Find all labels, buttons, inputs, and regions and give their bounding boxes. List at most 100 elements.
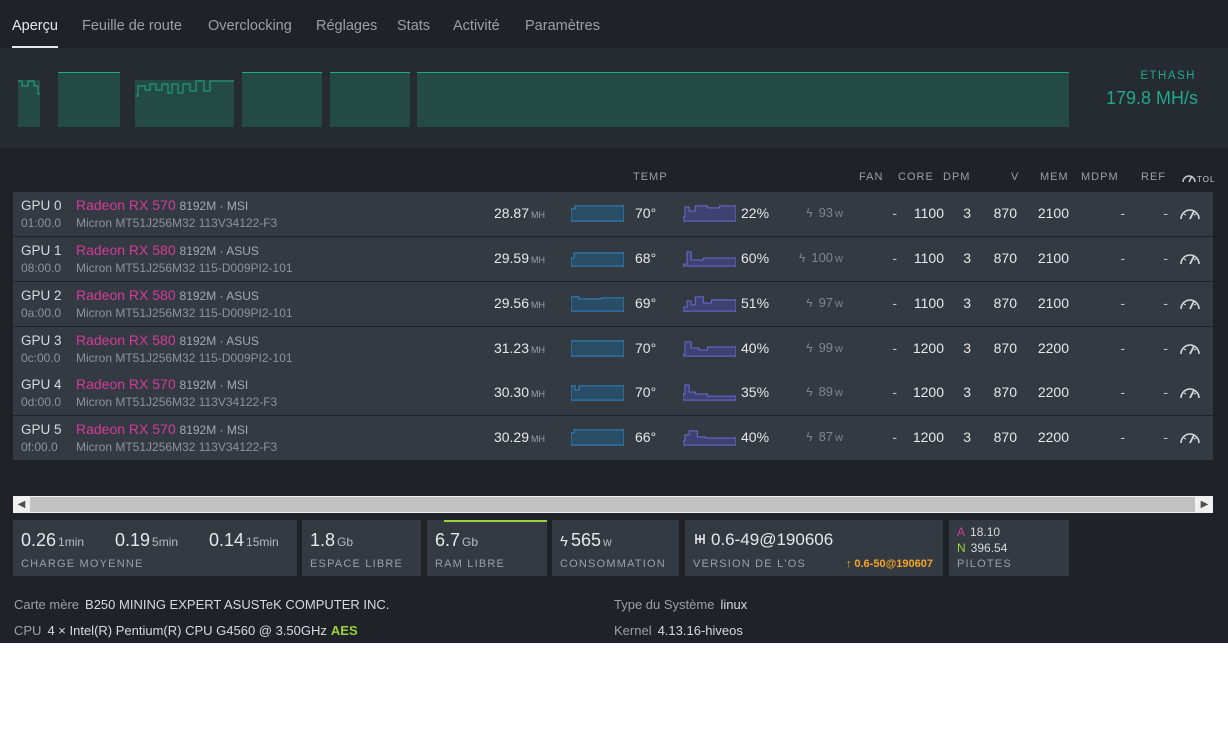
fan-mode: - bbox=[892, 295, 897, 311]
core-clock: 1100 bbox=[913, 205, 944, 221]
mem-clock: 2200 bbox=[1037, 429, 1069, 445]
gpu-row[interactable]: GPU 0 01:00.0 Radeon RX 570 8192M · MSI Mic… bbox=[13, 192, 1213, 236]
gpu-row[interactable]: GPU 4 0d:00.0 Radeon RX 570 8192M · MSI Mic… bbox=[13, 371, 1213, 415]
gpu-vram-info: Micron MT51J256M32 115-D009PI2-101 bbox=[76, 351, 293, 365]
gpu-memory-vendor: 8192M · MSI bbox=[179, 378, 249, 392]
gpu-vram-info: Micron MT51J256M32 115-D009PI2-101 bbox=[76, 261, 293, 275]
scroll-left-arrow-icon[interactable]: ◀ bbox=[13, 496, 30, 513]
scroll-right-arrow-icon[interactable]: ▶ bbox=[1196, 496, 1213, 513]
mem-dpm: - bbox=[1120, 205, 1125, 221]
gpu-memory-vendor: 8192M · ASUS bbox=[179, 334, 259, 348]
speedometer-icon bbox=[1182, 175, 1196, 183]
gpu-power: ϟ 89 w bbox=[806, 384, 843, 399]
gpu-id: GPU 1 bbox=[21, 243, 62, 258]
mem-ref: - bbox=[1163, 250, 1168, 266]
gpu-power: ϟ 93 w bbox=[806, 205, 843, 220]
fan-sparkline bbox=[683, 251, 736, 267]
gpu-bus-id: 01:00.0 bbox=[21, 216, 62, 230]
overclock-gauge-icon[interactable] bbox=[1179, 384, 1201, 400]
gpu-model[interactable]: Radeon RX 580 8192M · ASUS bbox=[76, 242, 259, 258]
tab-overclocking[interactable]: Overclocking bbox=[208, 18, 292, 34]
gpu-fan-speed: 60% bbox=[741, 250, 770, 266]
gpu-memory-vendor: 8192M · ASUS bbox=[179, 244, 259, 258]
scroll-thumb[interactable] bbox=[30, 497, 1195, 512]
gpu-memory-vendor: 8192M · ASUS bbox=[179, 289, 259, 303]
power-consumption-card: ϟ 565 w CONSOMMATION bbox=[552, 520, 679, 576]
core-clock: 1200 bbox=[912, 340, 944, 356]
horizontal-scrollbar[interactable]: ◀ ▶ bbox=[13, 496, 1213, 513]
hashrate-sparkline bbox=[571, 252, 624, 267]
core-voltage: 870 bbox=[993, 429, 1017, 445]
core-dpm: 3 bbox=[963, 205, 971, 221]
history-block bbox=[330, 72, 410, 127]
gpu-fan-speed: 35% bbox=[741, 384, 770, 400]
os-version-value: 0.6-49@190606 bbox=[693, 530, 833, 550]
core-voltage: 870 bbox=[993, 205, 1017, 221]
gpu-vram-info: Micron MT51J256M32 115-D009PI2-101 bbox=[76, 306, 293, 320]
gpu-model[interactable]: Radeon RX 580 8192M · ASUS bbox=[76, 332, 259, 348]
nvidia-driver-version: N 396.54 bbox=[957, 541, 1008, 555]
bolt-icon: ϟ bbox=[806, 430, 813, 444]
total-hashrate: 179.8 MH/s bbox=[1105, 88, 1198, 108]
gpu-vram-info: Micron MT51J256M32 113V34122-F3 bbox=[76, 395, 278, 409]
cpu-aes-flag: AES bbox=[330, 623, 358, 638]
overclock-gauge-icon[interactable] bbox=[1179, 295, 1201, 311]
fan-mode: - bbox=[892, 340, 897, 356]
gpu-model[interactable]: Radeon RX 580 8192M · ASUS bbox=[76, 287, 259, 303]
hashrate-history-graph bbox=[18, 72, 1069, 127]
gpu-row[interactable]: GPU 3 0c:00.0 Radeon RX 580 8192M · ASUS Mi… bbox=[13, 327, 1213, 371]
gpu-bus-id: 0f:00.0 bbox=[21, 440, 58, 454]
hashrate-sparkline bbox=[571, 340, 624, 357]
hashrate-history bbox=[0, 48, 1228, 148]
gpu-hashrate: 30.30 MH bbox=[493, 384, 545, 400]
os-upgrade-link[interactable]: ↑ 0.6-50@190607 bbox=[846, 558, 933, 570]
gpu-hashrate: 29.56 MH bbox=[493, 295, 545, 311]
header-dpm: DPM bbox=[943, 171, 971, 183]
drivers-card: A 18.10 N 396.54 PILOTES bbox=[949, 520, 1069, 576]
gpu-model[interactable]: Radeon RX 570 8192M · MSI bbox=[76, 421, 248, 437]
tab-parametres[interactable]: Paramètres bbox=[525, 18, 600, 34]
overclock-gauge-icon[interactable] bbox=[1179, 205, 1201, 221]
tab-feuille-de-route[interactable]: Feuille de route bbox=[82, 18, 182, 34]
overclock-gauge-icon[interactable] bbox=[1179, 429, 1201, 445]
gpu-temperature: 69° bbox=[635, 295, 657, 311]
gpu-model[interactable]: Radeon RX 570 8192M · MSI bbox=[76, 376, 248, 392]
hive-logo-icon bbox=[695, 534, 705, 544]
bolt-icon: ϟ bbox=[560, 533, 568, 550]
kernel-info: Kernel 4.13.16-hiveos bbox=[614, 623, 743, 638]
gpu-fan-speed: 40% bbox=[741, 340, 770, 356]
gpu-memory-vendor: 8192M · MSI bbox=[179, 199, 249, 213]
gpu-fan-speed: 51% bbox=[741, 295, 770, 311]
mem-ref: - bbox=[1163, 340, 1168, 356]
tab-apercu[interactable]: Aperçu bbox=[12, 18, 58, 34]
core-dpm: 3 bbox=[963, 429, 971, 445]
disk-free-card: 1.8 Gb ESPACE LIBRE bbox=[302, 520, 421, 576]
os-version-card: 0.6-49@190606 VERSION DE L'OS ↑ 0.6-50@1… bbox=[685, 520, 943, 576]
gpu-hashrate: 30.29 MH bbox=[493, 429, 545, 445]
gpu-id: GPU 4 bbox=[21, 377, 62, 392]
algo-label: ETHASH bbox=[1140, 70, 1196, 82]
core-dpm: 3 bbox=[963, 340, 971, 356]
fan-sparkline bbox=[683, 430, 736, 446]
load-1min: 0.26 1min bbox=[21, 530, 85, 550]
gpu-power: ϟ 99 w bbox=[806, 340, 843, 355]
overclock-gauge-icon[interactable] bbox=[1179, 250, 1201, 266]
core-clock: 1200 bbox=[912, 384, 944, 400]
hashrate-sparkline bbox=[571, 429, 624, 446]
power-caption: CONSOMMATION bbox=[560, 558, 666, 570]
gpu-model[interactable]: Radeon RX 570 8192M · MSI bbox=[76, 197, 248, 213]
gpu-row[interactable]: GPU 2 0a:00.0 Radeon RX 580 8192M · ASUS Mi… bbox=[13, 282, 1213, 326]
tab-reglages[interactable]: Réglages bbox=[316, 18, 377, 34]
gpu-row[interactable]: GPU 1 08:00.0 Radeon RX 580 8192M · ASUS Mi… bbox=[13, 237, 1213, 281]
mem-dpm: - bbox=[1120, 384, 1125, 400]
tab-activite[interactable]: Activité bbox=[453, 18, 500, 34]
gpu-row[interactable]: GPU 5 0f:00.0 Radeon RX 570 8192M · MSI Mic… bbox=[13, 416, 1213, 460]
os-version-caption: VERSION DE L'OS bbox=[693, 558, 807, 570]
gpu-temperature: 66° bbox=[635, 429, 657, 445]
overclock-gauge-icon[interactable] bbox=[1179, 340, 1201, 356]
tab-stats[interactable]: Stats bbox=[397, 18, 430, 34]
load-average-card: 0.26 1min 0.19 5min 0.14 15min CHARGE MOYEN… bbox=[13, 520, 297, 576]
header-mem: MEM bbox=[1040, 171, 1069, 183]
gpu-power: ϟ 100 w bbox=[798, 250, 843, 265]
core-voltage: 870 bbox=[993, 340, 1017, 356]
